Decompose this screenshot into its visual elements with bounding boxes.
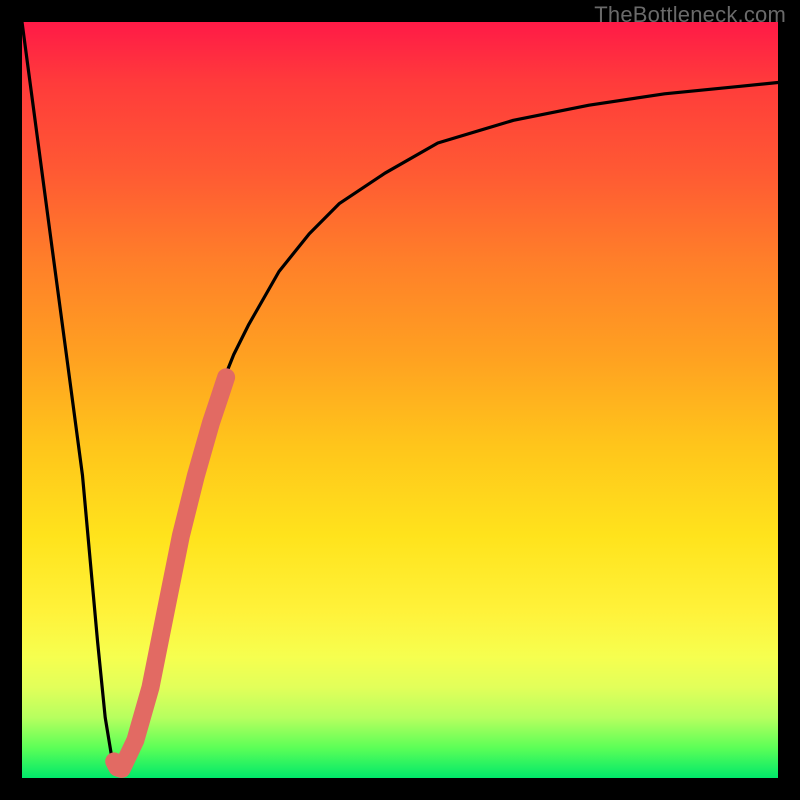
watermark-text: TheBottleneck.com — [594, 2, 786, 28]
chart-frame: TheBottleneck.com — [0, 0, 800, 800]
plot-area — [22, 22, 778, 778]
chart-svg — [22, 22, 778, 778]
overlay-marker — [114, 377, 226, 769]
bottleneck-curve — [22, 22, 778, 770]
